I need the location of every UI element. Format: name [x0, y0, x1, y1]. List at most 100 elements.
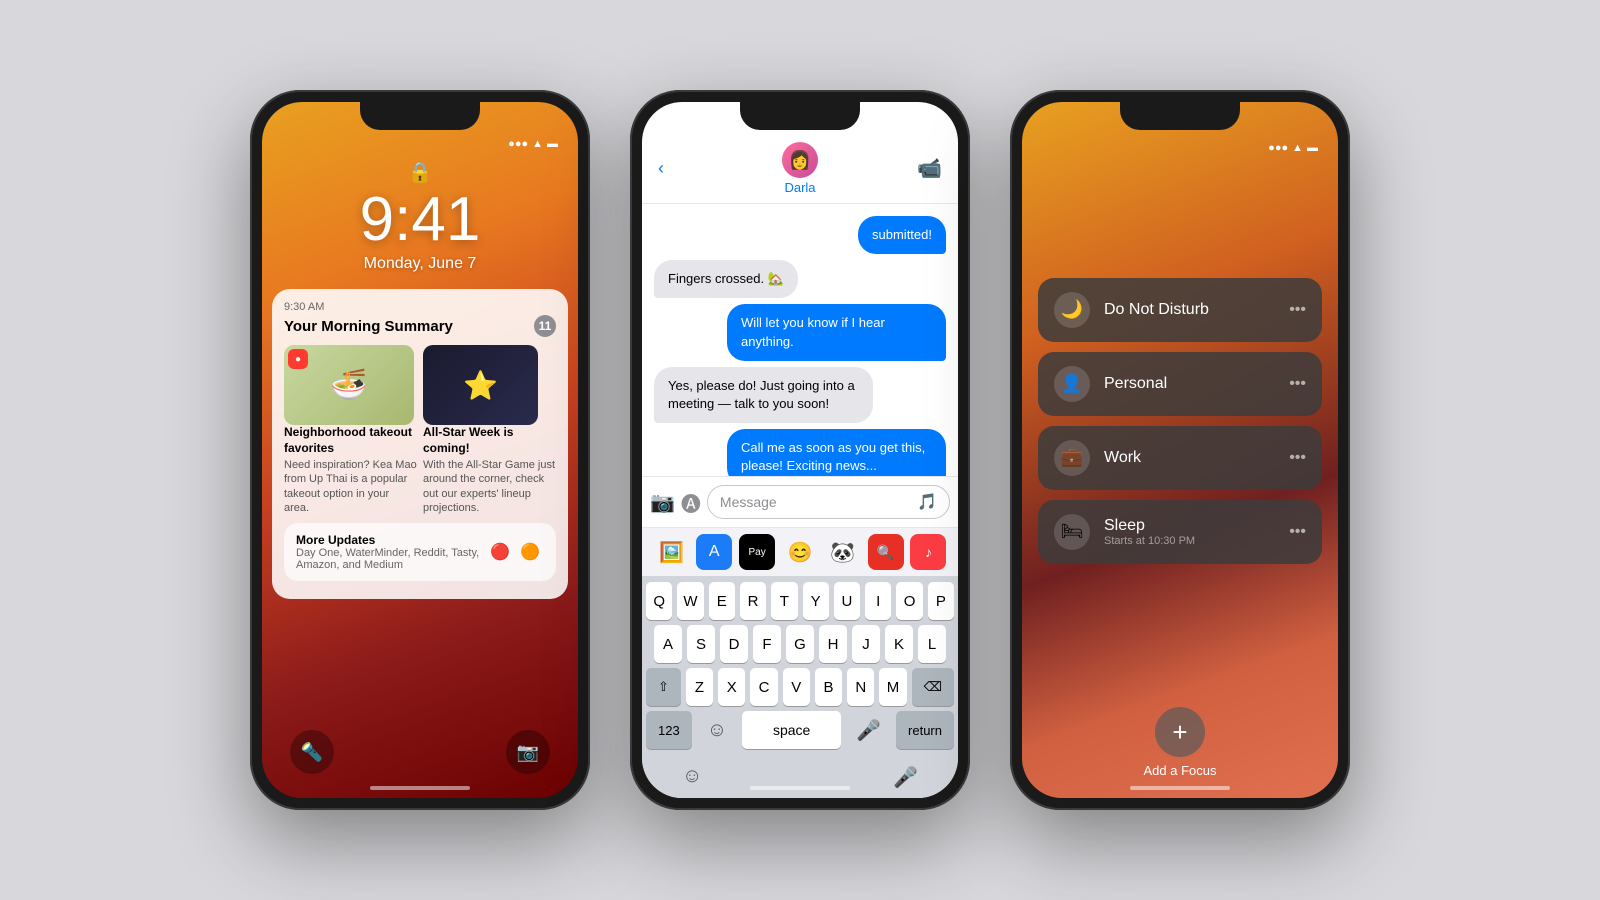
apple-pay-icon[interactable]: Pay	[739, 534, 775, 570]
sleep-content: Sleep Starts at 10:30 PM	[1104, 517, 1275, 547]
battery-icon: ▬	[547, 138, 558, 150]
key-s[interactable]: S	[687, 625, 715, 663]
article-2-title: All-Star Week is coming!	[423, 425, 556, 456]
more-updates[interactable]: More Updates Day One, WaterMinder, Reddi…	[284, 523, 556, 581]
message-input-field[interactable]: Message 🎵	[707, 485, 950, 519]
key-n[interactable]: N	[847, 668, 874, 706]
shift-key[interactable]: ⇧	[646, 668, 681, 706]
camera-button[interactable]: 📷	[506, 730, 550, 774]
more-updates-desc: Day One, WaterMinder, Reddit, Tasty, Ama…	[296, 547, 486, 571]
article-1: ● Neighborhood takeout favorites Need in…	[284, 345, 417, 515]
more-updates-content: More Updates Day One, WaterMinder, Reddi…	[296, 533, 486, 571]
personal-icon: 👤	[1054, 366, 1090, 402]
work-icon: 💼	[1054, 440, 1090, 476]
key-t[interactable]: T	[771, 582, 797, 620]
key-q[interactable]: Q	[646, 582, 672, 620]
key-i[interactable]: I	[865, 582, 891, 620]
messages-screen: ‹ 👩 Darla 📹 submitted! Fingers crossed. …	[642, 102, 958, 798]
notif-badge: 11	[534, 315, 556, 337]
emoji-bar-icon[interactable]: ☺	[682, 765, 702, 790]
message-bubble-1: submitted!	[858, 216, 946, 254]
contact-info[interactable]: 👩 Darla	[782, 142, 818, 195]
key-a[interactable]: A	[654, 625, 682, 663]
phone-2-screen: ‹ 👩 Darla 📹 submitted! Fingers crossed. …	[642, 102, 958, 798]
numbers-key[interactable]: 123	[646, 711, 692, 749]
return-key[interactable]: return	[896, 711, 954, 749]
video-call-button[interactable]: 📹	[917, 156, 942, 181]
key-l[interactable]: L	[918, 625, 946, 663]
key-y[interactable]: Y	[803, 582, 829, 620]
emoji-key[interactable]: ☺	[697, 713, 737, 748]
focus-item-personal[interactable]: 👤 Personal •••	[1038, 352, 1322, 416]
photos-app-icon[interactable]: 🖼️	[653, 534, 689, 570]
key-c[interactable]: C	[750, 668, 777, 706]
animoji-icon[interactable]: 🐼	[825, 534, 861, 570]
phone-3-screen: ●●● ▲ ▬ 🌙 Do Not Disturb ••• 👤 Personal …	[1022, 102, 1338, 798]
phone-2: ‹ 👩 Darla 📹 submitted! Fingers crossed. …	[630, 90, 970, 810]
key-w[interactable]: W	[677, 582, 703, 620]
article-2: All-Star Week is coming! With the All-St…	[423, 345, 556, 515]
key-u[interactable]: U	[834, 582, 860, 620]
sleep-more[interactable]: •••	[1289, 523, 1306, 541]
more-updates-title: More Updates	[296, 533, 486, 547]
focus-item-work[interactable]: 💼 Work •••	[1038, 426, 1322, 490]
key-h[interactable]: H	[819, 625, 847, 663]
key-j[interactable]: J	[852, 625, 880, 663]
article-1-title: Neighborhood takeout favorites	[284, 425, 417, 456]
phone-1: ●●● ▲ ▬ 🔒 9:41 Monday, June 7 9:30 AM Yo…	[250, 90, 590, 810]
back-button[interactable]: ‹	[658, 158, 664, 179]
key-r[interactable]: R	[740, 582, 766, 620]
lock-date: Monday, June 7	[262, 255, 578, 273]
key-f[interactable]: F	[753, 625, 781, 663]
camera-action-button[interactable]: 📷	[650, 490, 675, 515]
key-m[interactable]: M	[879, 668, 906, 706]
message-placeholder: Message	[720, 494, 777, 510]
search-icon[interactable]: 🔍	[868, 534, 904, 570]
signal-bars: ●●●	[508, 138, 528, 150]
do-not-disturb-icon: 🌙	[1054, 292, 1090, 328]
message-input-row: 📷 🅐 Message 🎵	[642, 476, 958, 527]
notch-1	[360, 102, 480, 130]
do-not-disturb-more[interactable]: •••	[1289, 301, 1306, 319]
notch-2	[740, 102, 860, 130]
key-g[interactable]: G	[786, 625, 814, 663]
add-focus-section: + Add a Focus	[1022, 687, 1338, 798]
key-z[interactable]: Z	[686, 668, 713, 706]
key-o[interactable]: O	[896, 582, 922, 620]
focus-item-do-not-disturb[interactable]: 🌙 Do Not Disturb •••	[1038, 278, 1322, 342]
keyboard: Q W E R T Y U I O P A S D F G H	[642, 576, 958, 757]
appstore-icon[interactable]: A	[696, 534, 732, 570]
app-store-action-button[interactable]: 🅐	[681, 488, 701, 517]
article-2-desc: With the All-Star Game just around the c…	[423, 458, 556, 515]
audio-wave-button[interactable]: 🎵	[917, 492, 937, 512]
space-key[interactable]: space	[742, 711, 841, 749]
message-bubble-2: Fingers crossed. 🏡	[654, 260, 798, 298]
key-v[interactable]: V	[783, 668, 810, 706]
key-k[interactable]: K	[885, 625, 913, 663]
reddit-icon: 🔴	[486, 538, 514, 566]
personal-more[interactable]: •••	[1289, 375, 1306, 393]
sleep-icon: 🛏	[1054, 514, 1090, 550]
memoji-icon[interactable]: 😊	[782, 534, 818, 570]
lock-icon: 🔒	[262, 160, 578, 185]
key-d[interactable]: D	[720, 625, 748, 663]
notification-card[interactable]: 9:30 AM Your Morning Summary 11 ● Neighb…	[272, 289, 568, 599]
focus-item-sleep[interactable]: 🛏 Sleep Starts at 10:30 PM •••	[1038, 500, 1322, 564]
add-focus-button[interactable]: +	[1155, 707, 1205, 757]
key-x[interactable]: X	[718, 668, 745, 706]
music-icon[interactable]: ♪	[910, 534, 946, 570]
home-indicator-1	[370, 786, 470, 790]
delete-key[interactable]: ⌫	[912, 668, 954, 706]
key-e[interactable]: E	[709, 582, 735, 620]
contact-name: Darla	[784, 180, 815, 195]
work-more[interactable]: •••	[1289, 449, 1306, 467]
key-b[interactable]: B	[815, 668, 842, 706]
flashlight-button[interactable]: 🔦	[290, 730, 334, 774]
mic-key[interactable]: 🎤	[846, 712, 891, 749]
key-p[interactable]: P	[928, 582, 954, 620]
phone-1-screen: ●●● ▲ ▬ 🔒 9:41 Monday, June 7 9:30 AM Yo…	[262, 102, 578, 798]
lock-time: 9:41	[262, 189, 578, 251]
article-images: ● Neighborhood takeout favorites Need in…	[284, 345, 556, 515]
focus-options-list: 🌙 Do Not Disturb ••• 👤 Personal ••• 💼 Wo…	[1022, 154, 1338, 687]
mic-bar-icon[interactable]: 🎤	[893, 765, 918, 790]
